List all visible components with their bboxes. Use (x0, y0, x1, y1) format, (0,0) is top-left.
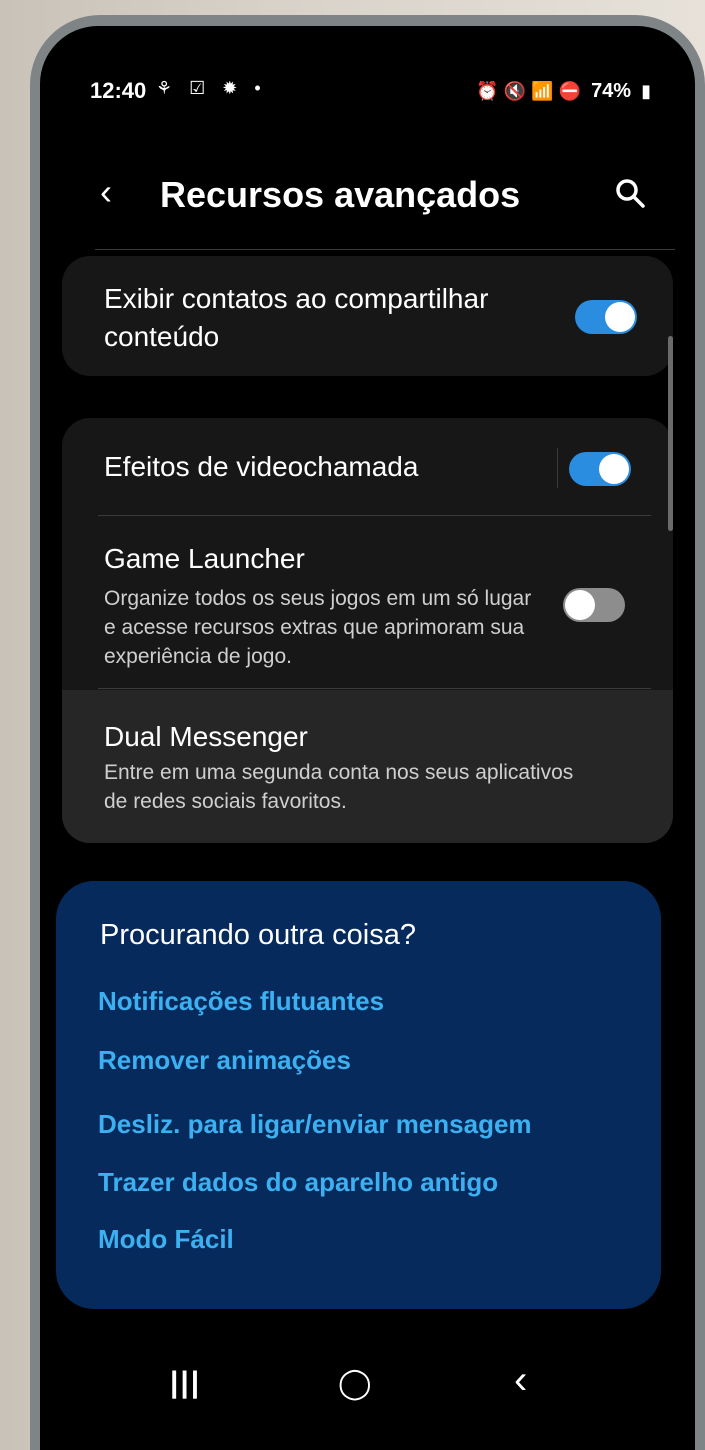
toggle-separator (557, 448, 558, 488)
search-button[interactable] (613, 176, 649, 212)
toggle-show-contacts[interactable] (575, 300, 637, 334)
recent-apps-button[interactable]: ||| (170, 1366, 201, 1400)
setting-dual-messenger[interactable]: Dual Messenger Entre em uma segunda cont… (104, 718, 574, 816)
setting-show-contacts[interactable]: Exibir contatos ao compartilhar conteúdo (104, 280, 524, 356)
setting-video-call-effects[interactable]: Efeitos de videochamada (104, 448, 544, 486)
setting-description: Organize todos os seus jogos em um só lu… (104, 587, 532, 668)
settings-card-share: Exibir contatos ao compartilhar conteúdo (62, 256, 673, 376)
page-title: Recursos avançados (160, 174, 521, 215)
back-button[interactable]: ‹ (100, 172, 140, 212)
setting-description: Entre em uma segunda conta nos seus apli… (104, 761, 574, 813)
setting-game-launcher[interactable]: Game Launcher Organize todos os seus jog… (104, 540, 544, 671)
link-swipe-to-call[interactable]: Desliz. para ligar/enviar mensagem (98, 1109, 532, 1140)
battery-icon: ▮ (641, 81, 651, 101)
status-bar: 12:40 ⚘ ☑ ✹ • ⏰ 🔇 📶 ⛔ 74% ▮ (40, 26, 695, 116)
link-bring-data[interactable]: Trazer dados do aparelho antigo (98, 1167, 498, 1198)
toggle-game-launcher[interactable] (563, 588, 625, 622)
setting-title: Dual Messenger (104, 721, 308, 752)
notification-icons: ⚘ ☑ ✹ • (156, 78, 267, 98)
suggestions-title: Procurando outra coisa? (100, 919, 416, 951)
toggle-video-call-effects[interactable] (569, 452, 631, 486)
link-floating-notifications[interactable]: Notificações flutuantes (98, 986, 384, 1017)
setting-title: Efeitos de videochamada (104, 451, 419, 482)
setting-title: Game Launcher (104, 543, 305, 574)
toggle-knob (605, 302, 635, 332)
status-time: 12:40 (90, 78, 147, 103)
link-easy-mode[interactable]: Modo Fácil (98, 1224, 234, 1255)
toggle-knob (599, 454, 629, 484)
header-divider (95, 249, 675, 250)
link-remove-animations[interactable]: Remover animações (98, 1045, 351, 1076)
settings-card-features: Efeitos de videochamada Game Launcher Or… (62, 418, 673, 843)
battery-percentage: 74% (591, 80, 632, 102)
navigation-bar: ||| ◯ ‹ (40, 1356, 695, 1416)
screen: 12:40 ⚘ ☑ ✹ • ⏰ 🔇 📶 ⛔ 74% ▮ ‹ Recursos a… (40, 26, 695, 1450)
search-icon (616, 179, 645, 208)
scrollbar[interactable] (668, 336, 673, 531)
toggle-knob (565, 590, 595, 620)
back-arrow-icon: ‹ (100, 171, 112, 212)
status-icons: ⏰ 🔇 📶 ⛔ (476, 81, 582, 101)
app-bar: ‹ Recursos avançados (40, 166, 695, 226)
row-divider (98, 515, 651, 516)
system-icons: ⏰ 🔇 📶 ⛔ 74% ▮ (476, 80, 651, 103)
setting-title: Exibir contatos ao compartilhar conteúdo (104, 283, 489, 352)
nav-back-button[interactable]: ‹ (514, 1358, 527, 1403)
suggestions-card: Procurando outra coisa? Notificações flu… (56, 881, 661, 1309)
home-button[interactable]: ◯ (338, 1366, 372, 1401)
row-divider (98, 688, 651, 689)
